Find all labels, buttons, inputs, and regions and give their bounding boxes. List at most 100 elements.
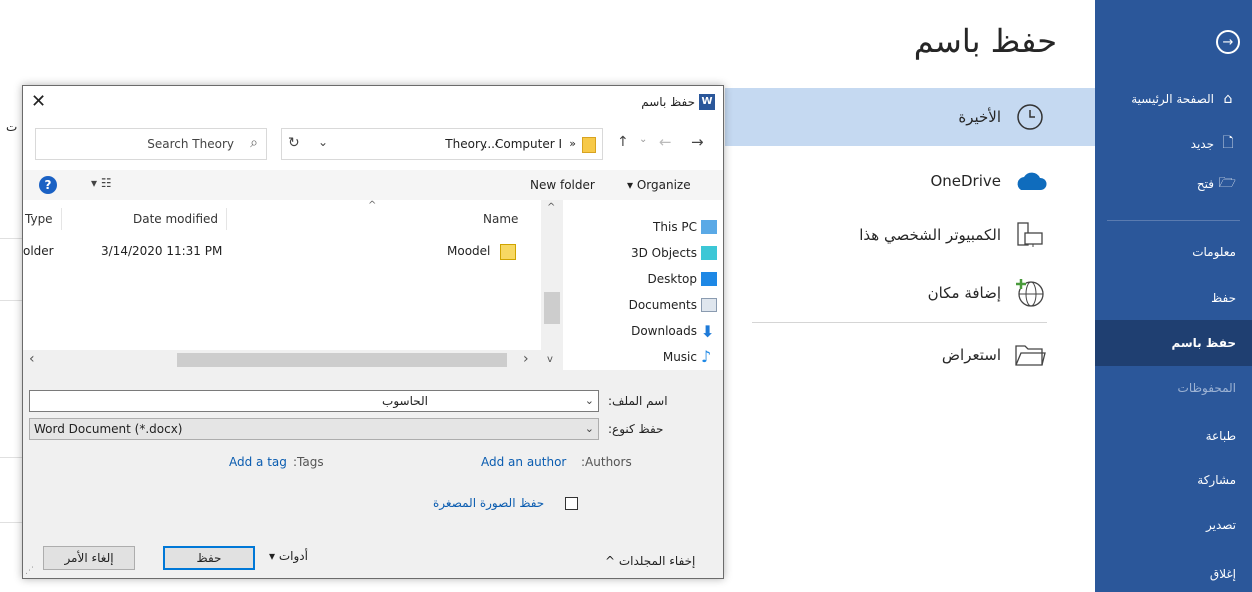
column-separator[interactable] [226, 208, 227, 230]
breadcrumb-theory[interactable]: Theory [445, 137, 487, 151]
sidebar-item-save-as[interactable]: حفظ باسم [1095, 320, 1252, 366]
hide-folders-label: إخفاء المجلدات [618, 554, 696, 568]
back-arrow-icon[interactable]: → [691, 133, 704, 151]
add-tag-link[interactable]: Add a tag [229, 455, 287, 469]
divider [0, 300, 22, 301]
nav-item-3d-objects[interactable]: 3D Objects [631, 246, 697, 260]
scroll-right-icon[interactable]: › [523, 351, 529, 367]
horizontal-scrollbar[interactable]: ‹ › [23, 350, 541, 370]
forward-arrow-icon[interactable]: ← [659, 133, 672, 151]
add-author-link[interactable]: Add an author [481, 455, 566, 469]
cancel-button[interactable]: إلغاء الأمر [43, 546, 135, 570]
sidebar-item-close[interactable]: إغلاق [1095, 556, 1252, 592]
save-thumbnail-label[interactable]: حفظ الصورة المصغرة [433, 496, 544, 510]
sidebar-item-save[interactable]: حفظ [1095, 280, 1252, 316]
cube-icon [701, 246, 717, 260]
scroll-down-icon[interactable]: v [547, 354, 553, 365]
chevron-down-icon[interactable]: ⌄ [585, 394, 594, 407]
sidebar-item-export[interactable]: تصدير [1095, 507, 1252, 543]
sidebar-item-label: معلومات [1192, 245, 1236, 259]
filetype-select[interactable]: Word Document (*.docx) ⌄ [29, 418, 599, 440]
sidebar-item-open[interactable]: 🗁 فتح [1095, 166, 1252, 202]
sidebar-item-print[interactable]: طباعة [1095, 418, 1252, 454]
navigation-pane[interactable]: This PC 3D Objects Desktop Documents Dow… [563, 200, 723, 370]
address-bar[interactable]: ↻ ⌄ Theory ‹ ...Computer I » [281, 128, 603, 160]
nav-item-desktop[interactable]: Desktop [648, 272, 698, 286]
location-label: OneDrive [930, 172, 1001, 190]
resize-grip-icon[interactable]: ⋰ [25, 566, 34, 576]
tools-label: أدوات [278, 549, 308, 563]
location-add-place[interactable]: إضافة مكان [707, 264, 1047, 322]
document-icon [701, 298, 717, 312]
close-icon[interactable]: ✕ [31, 91, 51, 112]
view-options-icon[interactable]: ▾ ☷ [91, 176, 112, 190]
location-this-pc[interactable]: الكمبيوتر الشخصي هذا [707, 206, 1047, 264]
backstage-sidebar: → ⌂ الصفحة الرئيسية 🗋 جديد 🗁 فتح معلومات حف… [1095, 0, 1252, 592]
dialog-title: حفظ باسم [641, 95, 695, 109]
breadcrumb-computer[interactable]: ...Computer I [484, 137, 562, 151]
organize-label: Organize [636, 178, 691, 192]
background-fragment: ت [0, 0, 22, 592]
sidebar-divider [1107, 220, 1240, 221]
chevron-down-icon[interactable]: ⌄ [585, 422, 594, 435]
column-header-name[interactable]: Name [483, 212, 518, 226]
column-separator[interactable] [61, 208, 62, 230]
home-icon: ⌂ [1223, 91, 1233, 107]
dialog-titlebar: ✕ حفظ باسم W [23, 86, 723, 118]
breadcrumb-overflow-icon[interactable]: » [569, 137, 576, 150]
up-arrow-icon[interactable]: ↑ [617, 134, 629, 150]
location-browse[interactable]: استعراض [707, 326, 1047, 384]
sort-caret-icon: ^ [368, 200, 377, 211]
sidebar-item-label: جديد [1190, 137, 1214, 151]
nav-item-downloads[interactable]: Downloads [631, 324, 697, 338]
filename-label: اسم الملف: [608, 394, 668, 408]
search-input[interactable]: Search Theory ⌕ [35, 128, 267, 160]
sidebar-item-info[interactable]: معلومات [1095, 234, 1252, 270]
cell-type: older [23, 244, 54, 258]
cloud-icon [1013, 164, 1047, 198]
scrollbar-thumb[interactable] [544, 292, 560, 324]
divider [0, 457, 22, 458]
hide-folders-button[interactable]: إخفاء المجلدات ^ [605, 554, 695, 568]
address-dropdown-icon[interactable]: ⌄ [318, 135, 328, 149]
file-list[interactable]: Type Date modified ^ Name older 3/14/202… [23, 200, 563, 370]
sidebar-item-label: تصدير [1205, 518, 1236, 532]
word-app-icon: W [699, 94, 715, 110]
sidebar-item-label: حفظ باسم [1171, 336, 1236, 350]
recent-locations-icon[interactable]: ⌄ [639, 134, 647, 145]
location-onedrive[interactable]: OneDrive [707, 152, 1047, 210]
sidebar-item-label: الصفحة الرئيسية [1131, 92, 1214, 106]
authors-label: :Authors [581, 455, 632, 469]
divider [0, 238, 22, 239]
search-placeholder: Search Theory [147, 137, 234, 151]
cell-name[interactable]: Moodel [447, 244, 490, 258]
scroll-up-icon[interactable]: ^ [547, 202, 555, 213]
back-arrow-icon[interactable]: → [1216, 30, 1240, 54]
refresh-icon[interactable]: ↻ [288, 135, 306, 151]
desktop-icon [701, 272, 717, 286]
sidebar-item-share[interactable]: مشاركة [1095, 462, 1252, 498]
organize-button[interactable]: ▾ Organize [627, 178, 691, 192]
save-thumbnail-checkbox[interactable] [565, 497, 578, 510]
column-header-type[interactable]: Type [25, 212, 53, 226]
vertical-scrollbar[interactable] [541, 200, 563, 370]
sidebar-item-new[interactable]: 🗋 جديد [1095, 126, 1252, 162]
folder-icon [582, 137, 596, 153]
filename-field[interactable]: الحاسوب ⌄ [29, 390, 599, 412]
save-button[interactable]: حفظ [163, 546, 255, 570]
scrollbar-thumb[interactable] [177, 353, 507, 367]
new-folder-button[interactable]: New folder [530, 178, 595, 192]
divider [0, 522, 22, 523]
music-icon: ♪ [701, 347, 712, 366]
sidebar-item-label: مشاركة [1197, 473, 1236, 487]
sidebar-item-home[interactable]: ⌂ الصفحة الرئيسية [1095, 81, 1252, 117]
location-recent[interactable]: الأخيرة [725, 88, 1095, 146]
nav-item-this-pc[interactable]: This PC [653, 220, 697, 234]
tools-button[interactable]: أدوات ▾ [269, 549, 308, 563]
column-header-date[interactable]: Date modified [133, 212, 218, 226]
sidebar-item-history: المحفوظات [1095, 370, 1252, 406]
nav-item-music[interactable]: Music [663, 350, 697, 364]
nav-item-documents[interactable]: Documents [629, 298, 697, 312]
help-icon[interactable]: ? [39, 176, 57, 194]
scroll-left-icon[interactable]: ‹ [29, 351, 35, 367]
